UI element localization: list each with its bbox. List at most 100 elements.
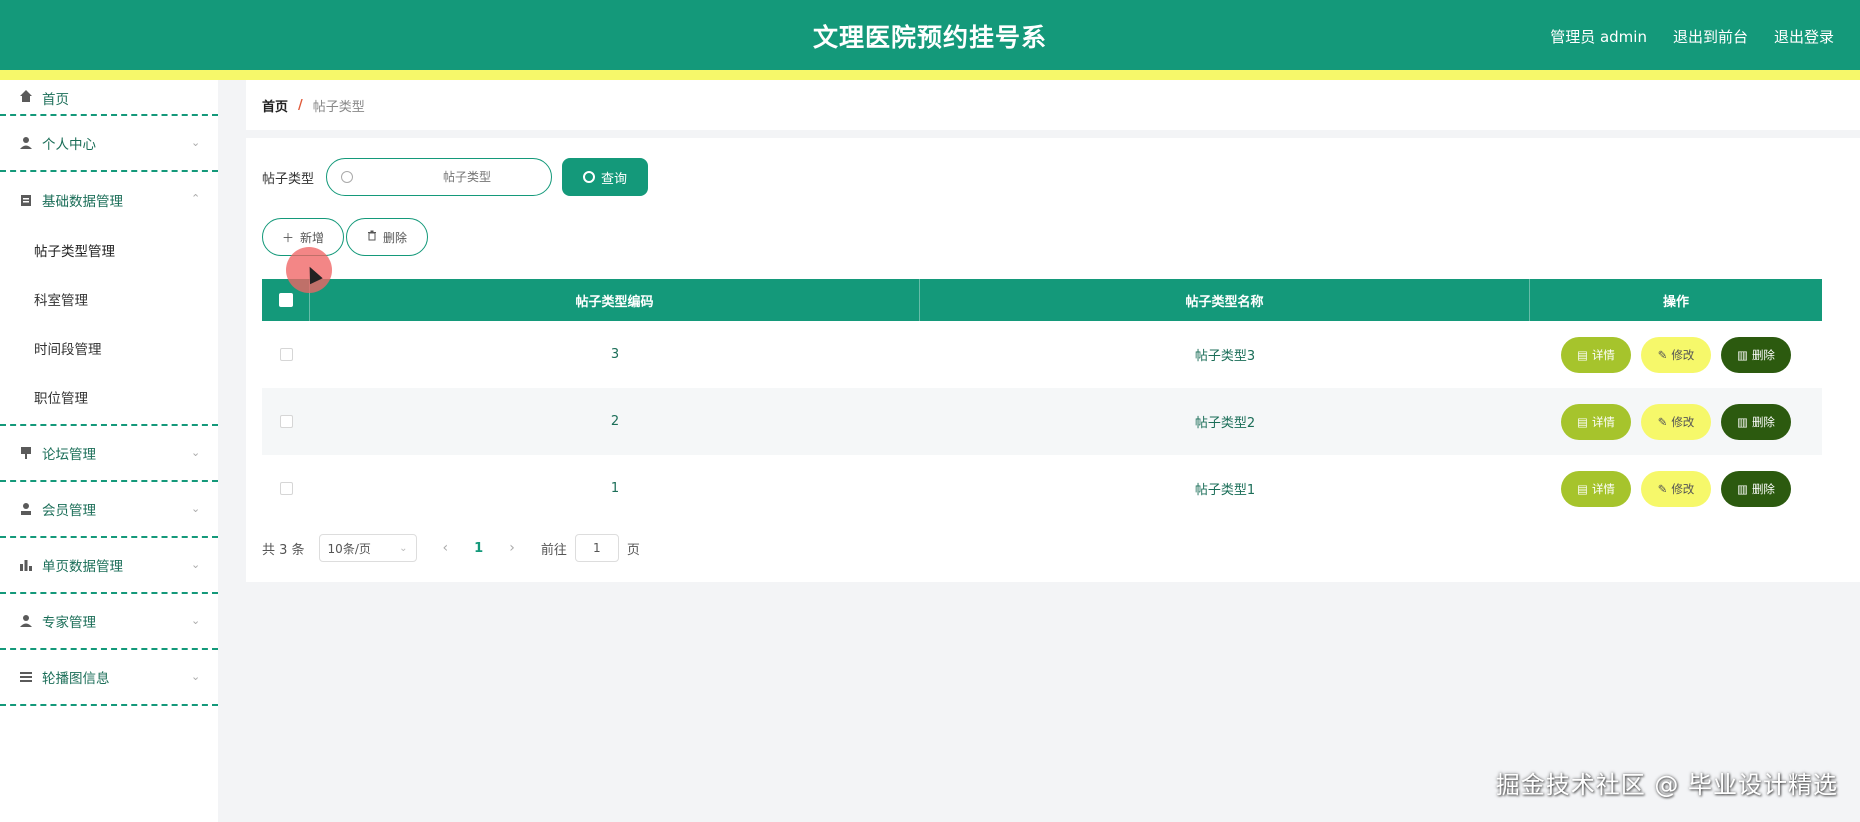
sidebar-item-home[interactable]: 首页	[0, 80, 218, 116]
plus-icon: ＋	[281, 230, 294, 245]
logout-link[interactable]: 退出登录	[1774, 26, 1834, 47]
next-page-button[interactable]: ›	[509, 540, 515, 556]
sidebar-item-member[interactable]: 会员管理 ⌄	[0, 482, 218, 538]
table-row: 2 帖子类型2 ▤ 详情 ✎ 修改 ▥ 删除	[262, 388, 1822, 455]
page-unit-label: 页	[626, 542, 640, 558]
list-icon	[18, 669, 34, 685]
pencil-icon: ✎	[1657, 414, 1668, 429]
post-type-table: 帖子类型编码 帖子类型名称 操作 3 帖子类型3 ▤ 详情 ✎ 修改 ▥ 删除 2 帖…	[262, 279, 1822, 522]
doc-icon: ▤	[1577, 347, 1588, 362]
select-all-checkbox[interactable]	[278, 293, 293, 307]
detail-button[interactable]: ▤ 详情	[1561, 470, 1631, 507]
edit-label: 修改	[1671, 414, 1695, 429]
page-size-value: 10条/页	[327, 541, 371, 556]
sidebar-item-expert[interactable]: 专家管理 ⌄	[0, 594, 218, 650]
action-row: ＋ 新增 删除	[262, 218, 428, 256]
row-checkbox[interactable]	[279, 415, 293, 428]
edit-button[interactable]: ✎ 修改	[1641, 336, 1711, 373]
chevron-down-icon: ⌄	[191, 558, 201, 571]
cell-code: 2	[610, 414, 620, 429]
chevron-down-icon: ⌄	[191, 502, 201, 515]
column-header-actions: 操作	[1662, 294, 1689, 310]
search-row: 帖子类型 查询	[262, 158, 649, 196]
sidebar-item-personal[interactable]: 个人中心 ⌄	[0, 116, 218, 172]
detail-label: 详情	[1591, 347, 1615, 362]
cell-name: 帖子类型2	[1194, 416, 1256, 431]
delete-label: 删除	[1751, 414, 1775, 429]
pencil-icon: ✎	[1657, 481, 1668, 496]
edit-label: 修改	[1671, 347, 1695, 362]
table-row: 1 帖子类型1 ▤ 详情 ✎ 修改 ▥ 删除	[262, 455, 1822, 522]
watermark: 掘金技术社区 @ 毕业设计精选	[1495, 771, 1838, 799]
breadcrumb: 首页 / 帖子类型	[246, 80, 1860, 130]
member-icon	[18, 501, 34, 517]
breadcrumb-home[interactable]: 首页	[262, 96, 288, 115]
sidebar-item-label: 首页	[42, 92, 69, 108]
page-size-select[interactable]: 10条/页 ⌄	[318, 534, 417, 562]
cell-code: 1	[610, 481, 620, 496]
bar-chart-icon	[18, 557, 34, 573]
chevron-down-icon: ⌄	[191, 136, 201, 149]
sidebar-item-label: 会员管理	[42, 503, 96, 519]
forum-icon	[18, 445, 34, 461]
delete-button[interactable]: ▥ 删除	[1721, 470, 1791, 507]
doc-icon: ▤	[1577, 414, 1588, 429]
cell-name: 帖子类型3	[1194, 349, 1256, 364]
header-actions: 管理员 admin 退出到前台 退出登录	[1550, 26, 1834, 47]
sidebar-subitem-time-slot[interactable]: 时间段管理	[0, 326, 218, 375]
sidebar-item-carousel[interactable]: 轮播图信息 ⌄	[0, 650, 218, 706]
base-data-submenu: 帖子类型管理 科室管理 时间段管理 职位管理	[0, 228, 218, 426]
search-label: 帖子类型	[262, 171, 315, 187]
row-checkbox-cell	[262, 388, 310, 455]
sidebar-subitem-position[interactable]: 职位管理	[0, 375, 218, 424]
detail-button[interactable]: ▤ 详情	[1561, 403, 1631, 440]
goto-label: 前往	[540, 542, 567, 558]
row-checkbox[interactable]	[279, 482, 293, 495]
delete-button[interactable]: ▥ 删除	[1721, 336, 1791, 373]
home-icon	[18, 88, 34, 104]
prev-page-button[interactable]: ‹	[443, 540, 449, 556]
sidebar-item-forum[interactable]: 论坛管理 ⌄	[0, 426, 218, 482]
sidebar-item-label: 论坛管理	[42, 447, 96, 463]
trash-icon: ▥	[1737, 347, 1748, 362]
cell-actions: ▤ 详情 ✎ 修改 ▥ 删除	[1530, 455, 1822, 522]
add-button-label: 新增	[300, 230, 325, 245]
chevron-down-icon: ⌄	[191, 446, 201, 459]
chevron-up-icon: ⌃	[191, 192, 201, 205]
back-to-front-link[interactable]: 退出到前台	[1673, 26, 1748, 47]
query-button-label: 查询	[601, 171, 628, 187]
pencil-icon: ✎	[1657, 347, 1668, 362]
goto-page-input[interactable]: 1	[574, 534, 619, 562]
detail-label: 详情	[1591, 481, 1615, 496]
sidebar-item-label: 基础数据管理	[42, 194, 123, 210]
search-input[interactable]	[443, 170, 534, 184]
page-number[interactable]: 1	[474, 541, 483, 556]
cell-actions: ▤ 详情 ✎ 修改 ▥ 删除	[1530, 321, 1822, 388]
sidebar-item-single-page[interactable]: 单页数据管理 ⌄	[0, 538, 218, 594]
detail-label: 详情	[1591, 414, 1615, 429]
sidebar-item-label: 单页数据管理	[42, 559, 123, 575]
batch-delete-button[interactable]: 删除	[346, 218, 428, 256]
content-panel: 帖子类型 查询 ＋ 新增 删除 帖子类型编码 帖子类型名称 操作	[246, 138, 1860, 582]
sidebar-subitem-post-type[interactable]: 帖子类型管理	[0, 228, 218, 277]
breadcrumb-current: 帖子类型	[312, 99, 365, 115]
table-row: 3 帖子类型3 ▤ 详情 ✎ 修改 ▥ 删除	[262, 321, 1822, 388]
cell-code: 3	[610, 347, 620, 362]
row-checkbox[interactable]	[279, 348, 293, 361]
delete-button[interactable]: ▥ 删除	[1721, 403, 1791, 440]
edit-button[interactable]: ✎ 修改	[1641, 470, 1711, 507]
sidebar-item-base-data[interactable]: 基础数据管理 ⌃	[0, 172, 218, 228]
sidebar-subitem-department[interactable]: 科室管理	[0, 277, 218, 326]
cell-name: 帖子类型1	[1194, 483, 1256, 498]
cell-actions: ▤ 详情 ✎ 修改 ▥ 删除	[1530, 388, 1822, 455]
query-button[interactable]: 查询	[562, 158, 649, 196]
top-header: 文理医院预约挂号系 管理员 admin 退出到前台 退出登录	[0, 0, 1860, 70]
trash-icon: ▥	[1737, 414, 1748, 429]
edit-label: 修改	[1671, 481, 1695, 496]
search-field[interactable]	[326, 158, 553, 196]
table-header: 帖子类型编码 帖子类型名称 操作	[262, 279, 1822, 321]
detail-button[interactable]: ▤ 详情	[1561, 336, 1631, 373]
chevron-down-icon: ⌄	[191, 670, 201, 683]
edit-button[interactable]: ✎ 修改	[1641, 403, 1711, 440]
chevron-down-icon: ⌄	[399, 542, 408, 554]
